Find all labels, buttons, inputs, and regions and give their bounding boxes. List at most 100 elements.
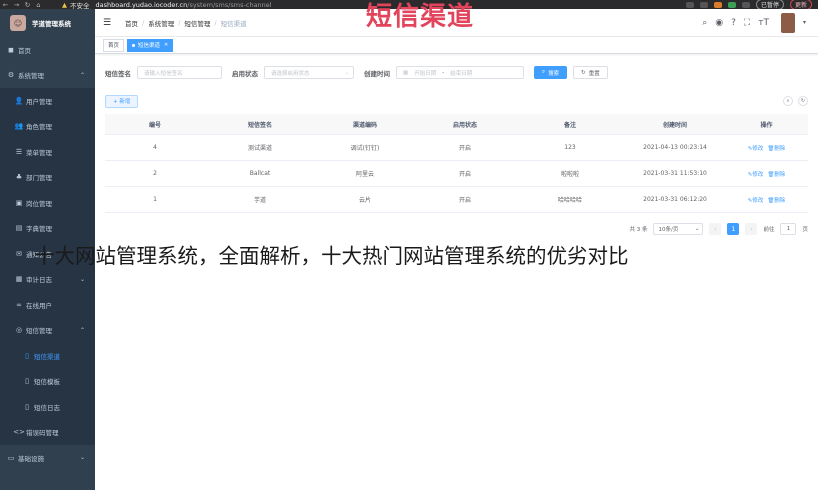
delete-button[interactable]: 🗑删除 [767,170,785,178]
next-page-icon[interactable]: › [745,223,758,235]
page-size-select[interactable]: 10条/页 ⌄ [653,223,704,235]
warning-icon: ▲ [62,0,67,9]
avatar[interactable] [780,12,795,33]
sidebar-logo[interactable]: ☺ 芋道管理系统 [0,9,95,37]
forward-icon[interactable]: → [11,1,22,9]
sidebar-item-dict[interactable]: ▤ 字典管理 [0,215,95,241]
online-icon: ∞ [16,300,22,309]
sidebar-item-menus[interactable]: ☰ 菜单管理 [0,139,95,165]
profile-button[interactable]: 已暂停 [755,0,784,9]
search-button[interactable]: ⌕ 搜索 [534,66,568,79]
message-icon: ✉ [16,249,22,258]
sidebar-item-online[interactable]: ∞ 在线用户 [0,292,95,318]
signature-input[interactable]: 请输入短信签名 [137,66,222,79]
overlay-caption: 十大网站管理系统，全面解析，十大热门网站管理系统的优劣对比 [34,244,629,268]
sms-icon: ◎ [15,326,23,335]
peoples-icon: 👥 [14,122,24,131]
channel-table: 编号 短信签名 渠道编码 启用状态 备注 创建时间 操作 4 测试渠道 调试(钉… [105,114,808,213]
breadcrumb-home[interactable]: 首页 [125,18,138,28]
active-dot-icon [132,43,136,47]
delete-button[interactable]: 🗑删除 [767,144,785,152]
delete-button[interactable]: 🗑删除 [767,196,785,204]
sidebar-item-label: 短信模板 [34,378,60,387]
tag-current[interactable]: 短信渠道 ✕ [127,38,174,52]
question-icon[interactable]: ? [731,18,736,28]
breadcrumb-system[interactable]: 系统管理 [148,18,174,28]
fullscreen-icon[interactable]: ⛶ [744,18,750,28]
star-icon[interactable] [699,1,708,8]
sidebar-item-label: 部门管理 [26,174,52,183]
refresh-icon[interactable]: ↻ [798,96,808,106]
page-number[interactable]: 1 [727,223,740,235]
navbar-actions: ⌕ ◉ ? ⛶ тT ▾ [702,12,818,33]
logo-icon: ☺ [10,15,26,31]
sidebar-item-infra[interactable]: ▭ 基础设施 ⌄ [0,445,95,471]
sidebar-item-system[interactable]: ⚙ 系统管理 ⌃ [0,63,95,89]
monitor-icon: ▭ [7,453,15,462]
reload-icon[interactable]: ↻ [22,1,33,9]
search-icon[interactable]: ⌕ [702,18,707,28]
template-icon: ▯ [25,377,29,386]
font-size-icon[interactable]: тT [758,18,769,28]
sidebar-item-label: 系统管理 [18,72,44,81]
sidebar-item-label: 首页 [18,46,31,55]
log-icon: ▦ [15,275,23,284]
sidebar-item-label: 短信日志 [34,403,60,412]
tag-home[interactable]: 首页 [103,38,125,52]
github-icon[interactable]: ◉ [715,18,723,28]
caret-down-icon[interactable]: ▾ [803,19,806,26]
dict-icon: ▤ [15,224,23,233]
sidebar-item-error-code[interactable]: <> 错误码管理 [0,419,95,445]
tag-label: 短信渠道 [138,43,161,49]
edit-button[interactable]: ✎修改 [748,144,764,152]
app-title: 芋道管理系统 [32,20,71,28]
search-toggle-icon[interactable]: ⌕ [783,96,793,106]
table-row: 2 Ballcat 阿里云 开启 啦啦啦 2021-03-31 11:53:10… [105,161,808,187]
sidebar-item-roles[interactable]: 👥 角色管理 [0,113,95,139]
sidebar-item-label: 审计日志 [26,276,52,285]
user-icon: 👤 [14,96,24,105]
total-count: 共 3 条 [629,227,648,233]
sidebar-item-sms-template[interactable]: ▯ 短信模板 [0,368,95,394]
update-button[interactable]: 更新 [789,0,812,9]
start-date: 开始日期 [414,70,437,77]
add-button[interactable]: + 新增 [105,94,139,108]
url-path: /system/sms/sms-channel [187,0,272,9]
column-header: 备注 [563,121,576,129]
sidebar-item-audit[interactable]: ▦ 审计日志 ⌄ [0,266,95,292]
date-range-picker[interactable]: ▦ 开始日期 - 结束日期 [396,66,524,79]
table-row: 1 芋道 云片 开启 哈哈哈哈 2021-03-31 06:12:20 ✎修改 … [105,187,808,213]
sidebar-item-sms-log[interactable]: ▯ 短信日志 [0,394,95,420]
extension-icon[interactable] [713,1,722,8]
calendar-icon: ▦ [403,69,409,76]
sidebar-item-sms[interactable]: ◎ 短信管理 ⌃ [0,317,95,343]
status-label: 启用状态 [232,69,258,78]
column-header: 操作 [760,121,773,129]
sidebar-item-label: 角色管理 [26,123,52,132]
sidebar-item-sms-channel[interactable]: ▯ 短信渠道 [0,343,95,369]
share-icon[interactable] [685,1,694,8]
sms-log-icon: ▯ [25,402,29,411]
prev-page-icon[interactable]: ‹ [709,223,722,235]
sidebar-item-users[interactable]: 👤 用户管理 [0,88,95,114]
extension-icon-2[interactable] [727,1,736,8]
status-select[interactable]: 请选择启用状态 ⌄ [264,66,354,79]
breadcrumb-sms[interactable]: 短信管理 [184,18,210,28]
close-icon[interactable]: ✕ [164,42,168,48]
hamburger-icon[interactable]: ☰ [103,18,117,28]
goto-input[interactable]: 1 [780,223,797,235]
page-unit: 页 [802,227,808,233]
reset-button[interactable]: ↻ 重置 [573,66,608,79]
sidebar-item-depts[interactable]: ♣ 部门管理 [0,164,95,190]
address-bar[interactable]: dashboard.yudao.iocoder.cn/system/sms/sm… [96,1,272,9]
sidebar-item-posts[interactable]: ▣ 岗位管理 [0,190,95,216]
refresh-icon: ↻ [581,69,586,76]
back-icon[interactable]: ← [0,1,11,9]
edit-button[interactable]: ✎修改 [748,170,764,178]
puzzle-icon[interactable] [741,1,750,8]
edit-button[interactable]: ✎修改 [748,196,764,204]
search-icon: ⌕ [542,69,546,75]
home-icon[interactable]: ⌂ [33,1,44,9]
post-icon: ▣ [15,198,23,207]
sidebar-item-home[interactable]: ◼ 首页 [0,37,95,63]
